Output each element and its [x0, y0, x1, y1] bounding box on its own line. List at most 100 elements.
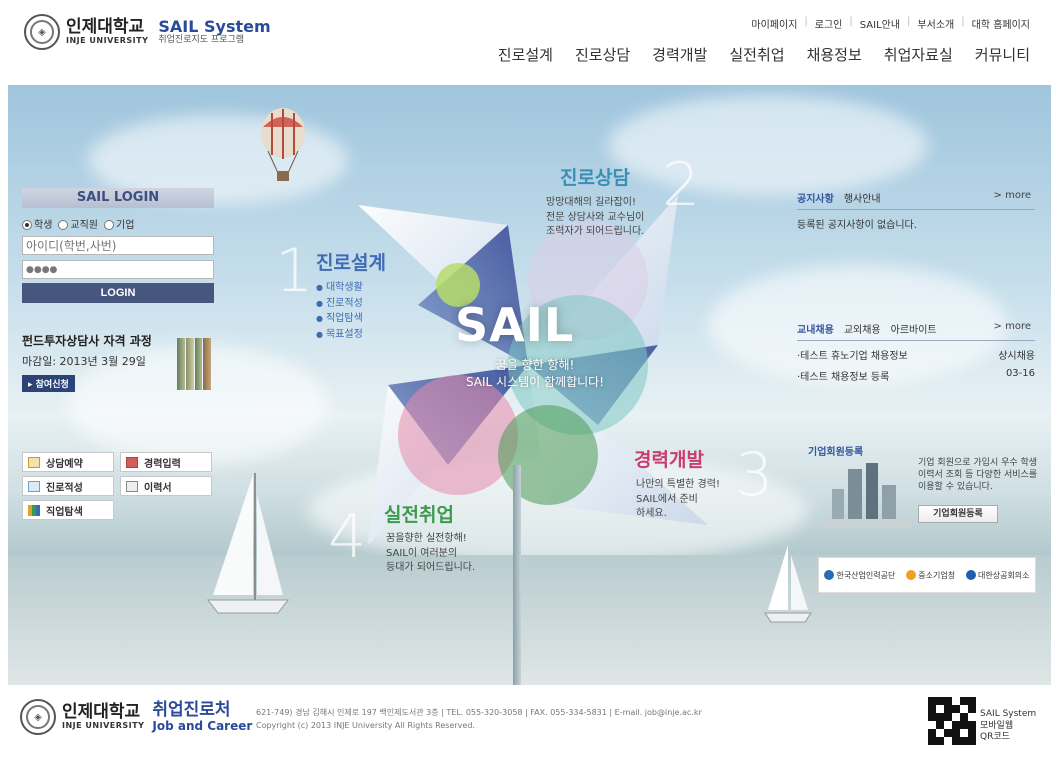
util-dept[interactable]: 부서소개 — [910, 16, 961, 31]
feature-number-3: 3 — [735, 440, 774, 510]
partner-name: 대한상공회의소 — [978, 570, 1030, 580]
login-password-input[interactable] — [22, 260, 214, 279]
login-box: SAIL LOGIN 학생 교직원 기업 LOGIN — [22, 188, 214, 303]
role-staff[interactable]: 교직원 — [58, 216, 98, 231]
nav-community[interactable]: 커뮤니티 — [964, 44, 1041, 65]
hero-sub-line1: 꿈을 향한 항해! — [495, 358, 575, 372]
radio-icon[interactable] — [22, 220, 32, 230]
quick-label: 직업탐색 — [46, 506, 83, 518]
feature-design-item[interactable]: 직업탐색 — [316, 311, 363, 327]
job-row[interactable]: ·테스트 채용정보 등록 03-16 — [797, 368, 1035, 383]
corp-register-button[interactable]: 기업회원등록 — [918, 505, 998, 523]
hrdkorea-logo-icon — [824, 570, 835, 580]
util-univ-home[interactable]: 대학 홈페이지 — [965, 16, 1037, 31]
partner-hrdkorea[interactable]: 한국산업인력공단 — [824, 570, 895, 581]
feature-number-2: 2 — [662, 150, 701, 220]
qr-code-icon — [928, 697, 976, 745]
feature-career-dev-title[interactable]: 경력개발 — [634, 445, 704, 472]
feature-design-item[interactable]: 목표설정 — [316, 327, 363, 343]
role-selector: 학생 교직원 기업 — [22, 216, 214, 231]
util-mypage[interactable]: 마이페이지 — [744, 16, 804, 31]
job-title[interactable]: ·테스트 채용정보 등록 — [797, 368, 889, 383]
qr-caption-line: 모바일웹 — [980, 720, 1014, 731]
sailboat-right-icon — [764, 545, 812, 623]
login-id-input[interactable] — [22, 236, 214, 255]
login-title: SAIL LOGIN — [22, 188, 214, 208]
quick-label: 경력입력 — [144, 458, 181, 470]
partner-kcci[interactable]: 대한상공회의소 — [966, 570, 1030, 581]
copyright-text: Copyright (c) 2013 INJE University All R… — [256, 720, 475, 730]
tab-part-time[interactable]: 아르바이트 — [891, 321, 937, 336]
footer-univ-kr: 인제대학교 — [62, 702, 141, 723]
nav-career-development[interactable]: 경력개발 — [641, 44, 718, 65]
feature-career-dev-desc: 나만의 특별한 경력! SAIL에서 준비 하세요. — [636, 478, 720, 522]
checklist-icon — [28, 480, 40, 492]
tab-events[interactable]: 행사안내 — [844, 190, 881, 205]
feature-career-counsel-title[interactable]: 진로상담 — [560, 163, 630, 190]
notice-more-link[interactable]: > more — [994, 190, 1031, 201]
feature-design-item[interactable]: 진로적성 — [316, 296, 363, 312]
sailboat-left-icon — [206, 473, 290, 614]
util-login[interactable]: 로그인 — [808, 16, 850, 31]
jobs-more-link[interactable]: > more — [994, 321, 1031, 332]
qr-caption: SAIL System 모바일웹 QR코드 — [980, 709, 1036, 744]
partner-smba[interactable]: 중소기업청 — [906, 570, 955, 581]
site-logo[interactable]: ◈ 인제대학교 INJE UNIVERSITY SAIL System 취업진로… — [24, 14, 271, 50]
footer: ◈ 인제대학교 INJE UNIVERSITY 취업진로처 Job and Ca… — [0, 685, 1051, 762]
quick-label: 진로적성 — [46, 482, 83, 494]
feature-number-4: 4 — [328, 502, 367, 572]
quick-label: 이력서 — [144, 482, 172, 494]
nav-recruit-info[interactable]: 채용정보 — [796, 44, 873, 65]
university-seal-icon: ◈ — [20, 699, 56, 735]
tab-external-jobs[interactable]: 교외채용 — [844, 321, 881, 336]
id-card-icon — [126, 480, 138, 492]
tab-campus-jobs[interactable]: 교내채용 — [797, 321, 834, 336]
nav-resources[interactable]: 취업자료실 — [873, 44, 964, 65]
login-button[interactable]: LOGIN — [22, 283, 214, 303]
desc-line: 등대가 되어드립니다. — [386, 562, 476, 573]
quick-job-explore[interactable]: 직업탐색 — [22, 500, 114, 520]
tab-notice[interactable]: 공지사항 — [797, 190, 834, 205]
role-label: 교직원 — [70, 220, 99, 231]
desc-line: SAIL이 여러분의 — [386, 547, 458, 559]
desc-line: 망망대해의 길라잡이! — [546, 197, 636, 208]
footer-career-kr: 취업진로처 — [152, 699, 231, 720]
feature-career-design-title[interactable]: 진로설계 — [316, 248, 386, 275]
system-name: SAIL System 취업진로지도 프로그램 — [158, 18, 270, 45]
job-row[interactable]: ·테스트 휴노기업 채용정보 상시채용 — [797, 347, 1035, 362]
nav-career-design[interactable]: 진로설계 — [487, 44, 564, 65]
radio-icon[interactable] — [104, 220, 115, 230]
radio-icon[interactable] — [58, 220, 69, 230]
partner-name: 한국산업인력공단 — [836, 570, 896, 580]
feature-design-item[interactable]: 대학생활 — [316, 280, 363, 296]
role-student[interactable]: 학생 — [22, 216, 52, 231]
hero-sail-subtitle: 꿈을 향한 항해! SAIL 시스템이 함께합니다! — [435, 357, 635, 391]
utility-nav: 마이페이지 | 로그인 | SAIL안내 | 부서소개 | 대학 홈페이지 — [744, 16, 1037, 31]
feature-career-counsel-desc: 망망대해의 길라잡이! 전문 상담사와 교수님이 조력자가 되어드립니다. — [546, 196, 644, 240]
quick-resume[interactable]: 이력서 — [120, 476, 212, 496]
corp-title: 기업회원등록 — [808, 447, 864, 458]
job-date: 상시채용 — [998, 351, 1035, 362]
role-company[interactable]: 기업 — [104, 216, 134, 231]
quick-aptitude[interactable]: 진로적성 — [22, 476, 114, 496]
system-title: SAIL System — [158, 17, 271, 37]
qr-caption-line: QR코드 — [980, 732, 1010, 743]
notice-panel: 공지사항 행사안내 > more 등록된 공지사항이 없습니다. — [797, 190, 1035, 231]
feature-career-design-list: 대학생활 진로적성 직업탐색 목표설정 — [316, 280, 363, 342]
university-name: 인제대학교 INJE UNIVERSITY — [66, 18, 148, 45]
quick-career-input[interactable]: 경력입력 — [120, 452, 212, 472]
footer-career-en: Job and Career — [152, 718, 253, 733]
quick-counsel-reserve[interactable]: 상담예약 — [22, 452, 114, 472]
university-name-en: INJE UNIVERSITY — [66, 35, 149, 45]
nav-career-counsel[interactable]: 진로상담 — [564, 44, 641, 65]
desc-line: SAIL에서 준비 — [636, 493, 698, 505]
partner-name: 중소기업청 — [918, 570, 956, 580]
jobs-panel: 교내채용 교외채용 아르바이트 > more ·테스트 휴노기업 채용정보 상시채… — [797, 321, 1035, 383]
feature-practical-job-title[interactable]: 실전취업 — [384, 500, 454, 527]
job-title[interactable]: ·테스트 휴노기업 채용정보 — [797, 347, 908, 362]
nav-practical-job[interactable]: 실전취업 — [718, 44, 795, 65]
desc-line: 전문 상담사와 교수님이 — [546, 211, 645, 223]
role-label: 기업 — [116, 220, 135, 231]
util-sail-info[interactable]: SAIL안내 — [853, 16, 907, 31]
apply-button[interactable]: ▸ 참여신청 — [22, 375, 75, 392]
